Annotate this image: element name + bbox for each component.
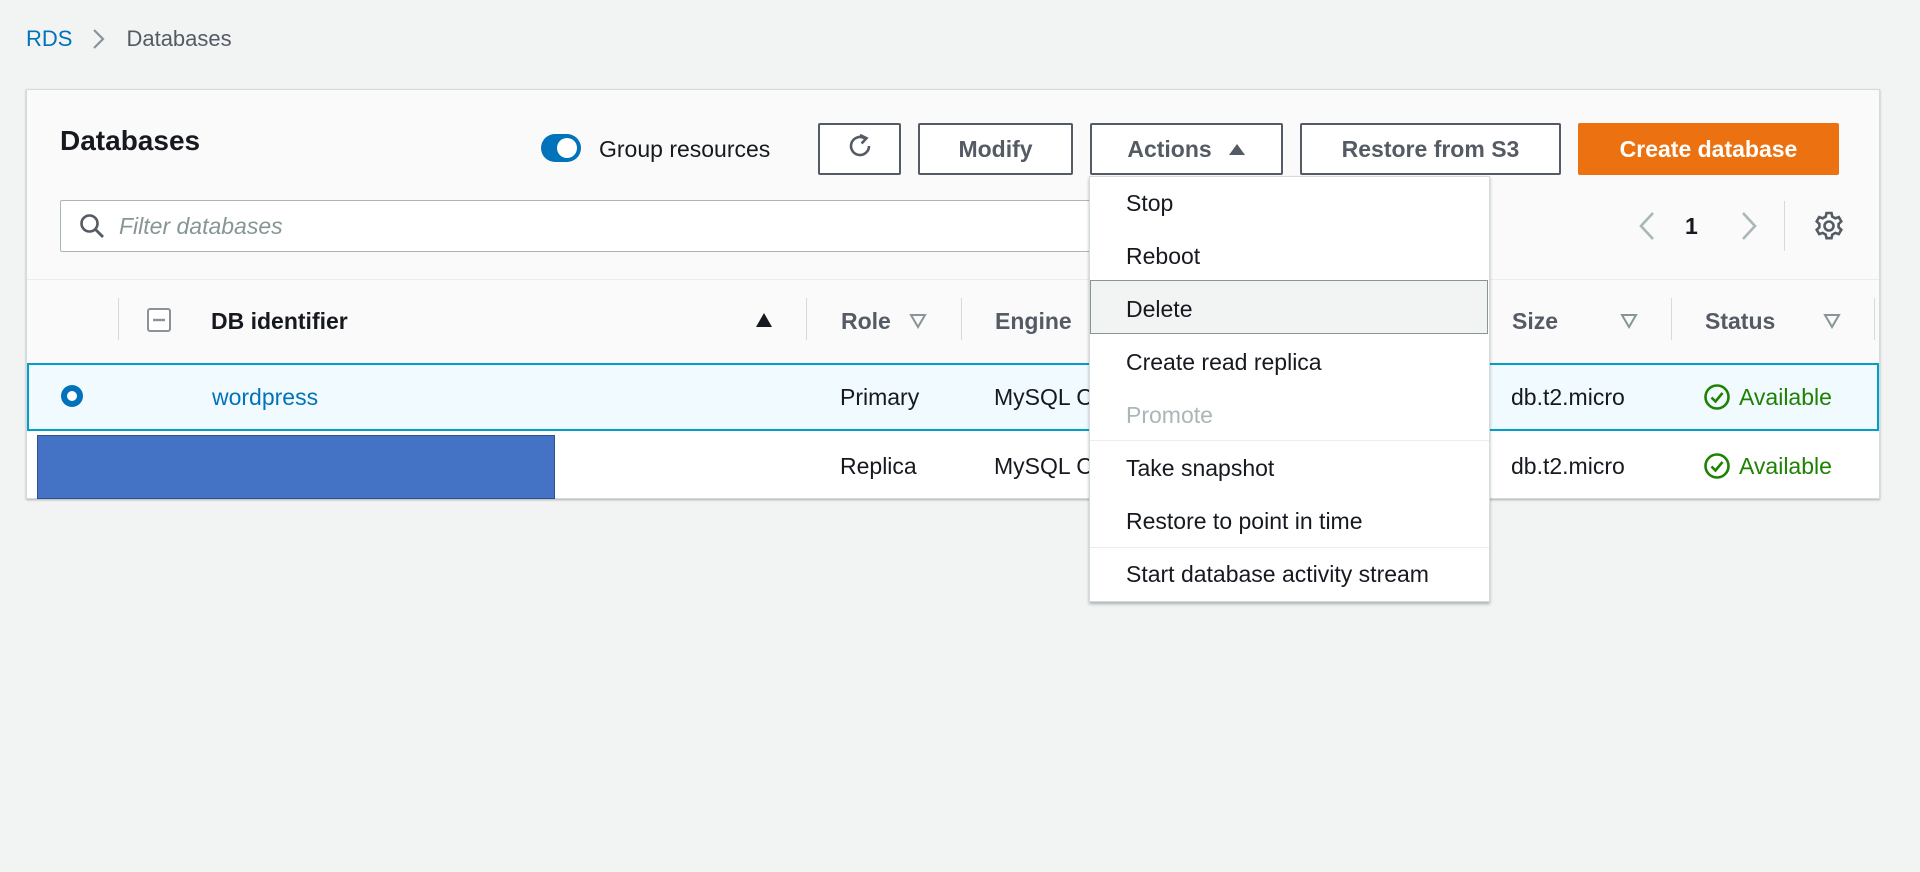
row-radio-selected[interactable]: [59, 383, 85, 414]
engine-cell: MySQL C: [994, 453, 1093, 479]
page-number[interactable]: 1: [1685, 211, 1698, 241]
sort-icon[interactable]: [1620, 313, 1638, 334]
pager-divider: [1784, 201, 1785, 251]
actions-button[interactable]: Actions: [1090, 123, 1283, 175]
check-circle-icon: [1703, 452, 1731, 480]
menu-item-create-read-replica[interactable]: Create read replica: [1126, 345, 1322, 379]
menu-divider: [1090, 547, 1489, 548]
group-resources-toggle[interactable]: [541, 134, 581, 162]
column-db-identifier[interactable]: DB identifier: [211, 304, 348, 338]
column-divider: [118, 298, 119, 340]
sort-icon[interactable]: [1823, 313, 1841, 334]
status-badge: Available: [1703, 449, 1832, 483]
breadcrumb-rds-link[interactable]: RDS: [26, 26, 72, 52]
sort-ascending-icon[interactable]: [755, 312, 773, 333]
size-cell: db.t2.micro: [1511, 384, 1625, 410]
status-text: Available: [1739, 384, 1832, 410]
create-database-button[interactable]: Create database: [1578, 123, 1839, 175]
select-all-checkbox[interactable]: [147, 308, 171, 337]
menu-item-restore-point-in-time[interactable]: Restore to point in time: [1126, 504, 1363, 538]
engine-cell: MySQL C: [994, 384, 1093, 410]
column-divider: [806, 298, 807, 340]
refresh-icon: [845, 131, 875, 167]
column-divider: [1671, 298, 1672, 340]
status-badge: Available: [1703, 380, 1832, 414]
prev-page-icon[interactable]: [1637, 210, 1657, 247]
group-resources-label: Group resources: [599, 136, 771, 162]
menu-item-delete[interactable]: Delete: [1126, 292, 1192, 326]
next-page-icon[interactable]: [1739, 210, 1759, 247]
menu-item-stop[interactable]: Stop: [1126, 186, 1173, 220]
gear-icon[interactable]: [1813, 210, 1845, 247]
column-role[interactable]: Role: [841, 304, 891, 338]
check-circle-icon: [1703, 383, 1731, 411]
actions-label: Actions: [1127, 135, 1212, 162]
role-cell: Primary: [840, 384, 920, 410]
size-cell: db.t2.micro: [1511, 453, 1625, 479]
menu-item-start-activity-stream[interactable]: Start database activity stream: [1126, 557, 1429, 591]
sort-icon[interactable]: [909, 313, 927, 334]
column-engine[interactable]: Engine: [995, 304, 1072, 338]
column-divider: [961, 298, 962, 340]
menu-divider: [1090, 440, 1489, 441]
search-placeholder: Filter databases: [119, 212, 283, 239]
toggle-knob: [557, 138, 577, 158]
column-status[interactable]: Status: [1705, 304, 1775, 338]
column-size[interactable]: Size: [1512, 304, 1558, 338]
menu-item-promote: Promote: [1126, 402, 1213, 428]
redacted-block: [37, 435, 555, 499]
chevron-right-icon: [92, 28, 106, 50]
db-identifier-link[interactable]: wordpress: [212, 380, 318, 414]
role-cell: Replica: [840, 453, 917, 479]
menu-item-take-snapshot[interactable]: Take snapshot: [1126, 451, 1274, 485]
search-icon: [79, 213, 105, 239]
caret-up-icon: [1228, 142, 1246, 156]
status-text: Available: [1739, 453, 1832, 479]
refresh-button[interactable]: [818, 123, 901, 175]
breadcrumb: RDS Databases: [26, 24, 232, 54]
page-title: Databases: [60, 125, 201, 156]
search-input[interactable]: Filter databases: [60, 200, 1100, 252]
modify-button[interactable]: Modify: [918, 123, 1073, 175]
column-divider: [1874, 298, 1875, 340]
breadcrumb-current: Databases: [126, 26, 232, 51]
restore-from-s3-button[interactable]: Restore from S3: [1300, 123, 1561, 175]
menu-item-reboot[interactable]: Reboot: [1126, 239, 1200, 273]
